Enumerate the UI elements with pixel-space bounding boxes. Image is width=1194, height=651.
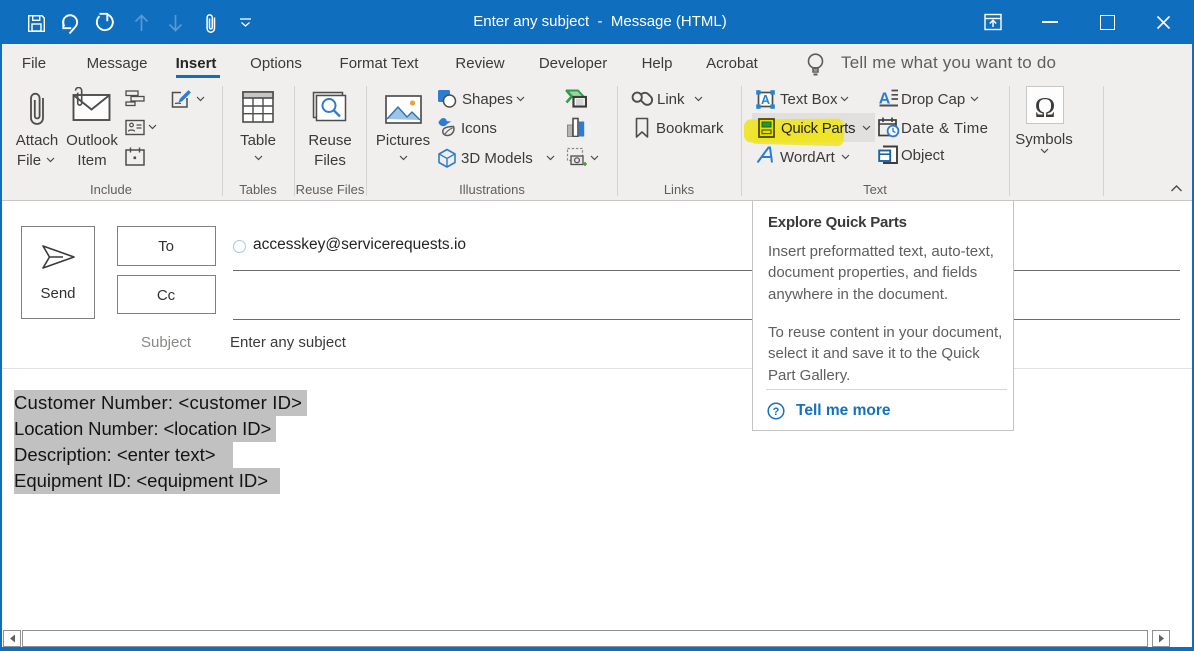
svg-text:A: A [761, 93, 770, 107]
svg-text:?: ? [773, 406, 780, 418]
